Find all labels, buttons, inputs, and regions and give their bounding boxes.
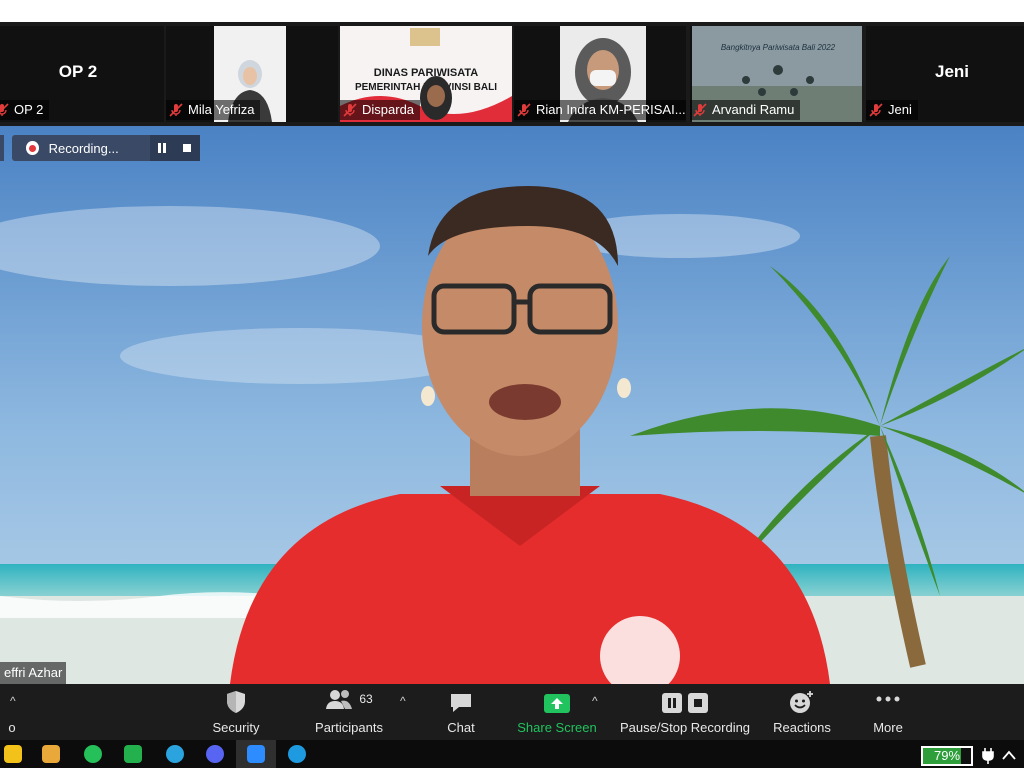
recording-indicator: Recording... (12, 135, 200, 161)
participant-label: Jeni (866, 100, 918, 120)
participant-label-text: OP 2 (14, 102, 44, 117)
pause-icon (158, 143, 167, 153)
os-taskbar (0, 740, 1024, 768)
participants-button[interactable]: 63 Participants (304, 684, 394, 740)
sticky-notes-icon[interactable] (4, 745, 22, 763)
participants-options-caret[interactable]: ^ (400, 694, 406, 708)
share-screen-button[interactable]: Share Screen (514, 684, 600, 740)
participant-gallery: OP 2 OP 2 Mila Yefriza DINAS PARIWISATA … (0, 22, 1024, 126)
mic-off-icon (343, 103, 357, 117)
stop-icon (183, 144, 192, 152)
share-screen-label: Share Screen (517, 720, 597, 735)
mic-off-icon (0, 103, 9, 116)
more-icon (876, 696, 900, 702)
active-speaker-video (0, 126, 1024, 684)
plug-icon (982, 748, 994, 764)
participants-label: Participants (315, 720, 383, 735)
participant-label-text: Rian Indra KM-PERISAI... (536, 102, 686, 117)
more-button[interactable]: More (862, 684, 914, 740)
security-button[interactable]: Security (196, 684, 276, 740)
more-label: More (873, 720, 903, 735)
telegram-icon[interactable] (166, 745, 184, 763)
chevron-up-icon[interactable] (1002, 750, 1016, 760)
pause-stop-recording-button[interactable]: Pause/Stop Recording (616, 684, 754, 740)
participant-tile-jeni[interactable]: Jeni Jeni (866, 26, 1024, 122)
pause-stop-recording-label: Pause/Stop Recording (619, 720, 751, 735)
participant-label: Arvandi Ramu (690, 100, 801, 120)
battery-percent: 79% (933, 748, 961, 763)
participant-name: OP 2 (58, 62, 98, 81)
security-label: Security (212, 720, 260, 735)
discord-icon[interactable] (206, 745, 224, 763)
reactions-icon (790, 691, 813, 713)
participant-tile-arvandi[interactable]: Bangkitnya Pariwisata Bali 2022 Arvandi … (690, 26, 862, 122)
participants-icon (326, 690, 353, 709)
mic-off-icon (869, 103, 883, 117)
speaker-video-frame (0, 126, 1024, 684)
zoom-icon[interactable] (247, 745, 265, 763)
file-explorer-icon[interactable] (42, 745, 60, 763)
reactions-label: Reactions (773, 720, 831, 735)
stop-icon (688, 693, 708, 713)
edge-icon[interactable] (288, 745, 306, 763)
battery-indicator[interactable]: 79% (921, 746, 973, 766)
participant-label-text: Disparda (362, 102, 415, 117)
share-options-caret[interactable]: ^ (592, 694, 598, 708)
meeting-controls-toolbar: o ^ Security 63 Participants ^ Chat Shar… (0, 684, 1024, 740)
participant-tile-op2[interactable]: OP 2 OP 2 (0, 26, 164, 122)
mic-off-icon (693, 103, 707, 117)
participant-label: Rian Indra KM-PERISAI... (514, 100, 686, 120)
top-strip (0, 0, 1024, 22)
slide-title: Bangkitnya Pariwisata Bali 2022 (721, 43, 836, 52)
shield-icon (227, 691, 245, 713)
line-icon[interactable] (124, 745, 142, 763)
participant-label-text: Mila Yefriza (188, 102, 255, 117)
participant-label-text: Jeni (888, 102, 912, 117)
video-control-label: o (8, 720, 16, 735)
pause-recording-button[interactable] (149, 135, 175, 161)
participants-count: 63 (359, 692, 373, 706)
active-speaker-name: effri Azhar (0, 662, 67, 684)
chat-icon (451, 694, 471, 712)
participant-tile-rian[interactable]: Rian Indra KM-PERISAI... (514, 26, 686, 122)
chat-button[interactable]: Chat (436, 684, 486, 740)
participant-label: Disparda (340, 100, 421, 120)
record-icon (26, 141, 39, 155)
slide-title-line1: DINAS PARIWISATA (374, 67, 479, 79)
video-control-partial[interactable]: o (0, 684, 24, 740)
zoom-meeting-window: OP 2 OP 2 Mila Yefriza DINAS PARIWISATA … (0, 0, 1024, 768)
participant-label: Mila Yefriza (166, 100, 261, 120)
mic-off-icon (517, 103, 531, 117)
reactions-button[interactable]: Reactions (770, 684, 834, 740)
participant-label-text: Arvandi Ramu (712, 102, 795, 117)
mic-off-icon (169, 103, 183, 117)
pause-icon (662, 693, 682, 713)
participant-name: Jeni (934, 62, 970, 81)
video-options-caret[interactable]: ^ (10, 694, 16, 708)
whatsapp-icon[interactable] (84, 745, 102, 763)
participant-tile-disparda[interactable]: DINAS PARIWISATA PEMERINTAH PROVINSI BAL… (340, 26, 512, 122)
stop-recording-button[interactable] (174, 135, 200, 161)
recording-label: Recording... (48, 140, 119, 156)
chat-label: Chat (447, 720, 475, 735)
participant-tile-mila[interactable]: Mila Yefriza (166, 26, 338, 122)
share-screen-icon (544, 694, 570, 713)
participant-label: OP 2 (0, 100, 50, 120)
collapsed-panel-stub[interactable] (0, 135, 4, 161)
